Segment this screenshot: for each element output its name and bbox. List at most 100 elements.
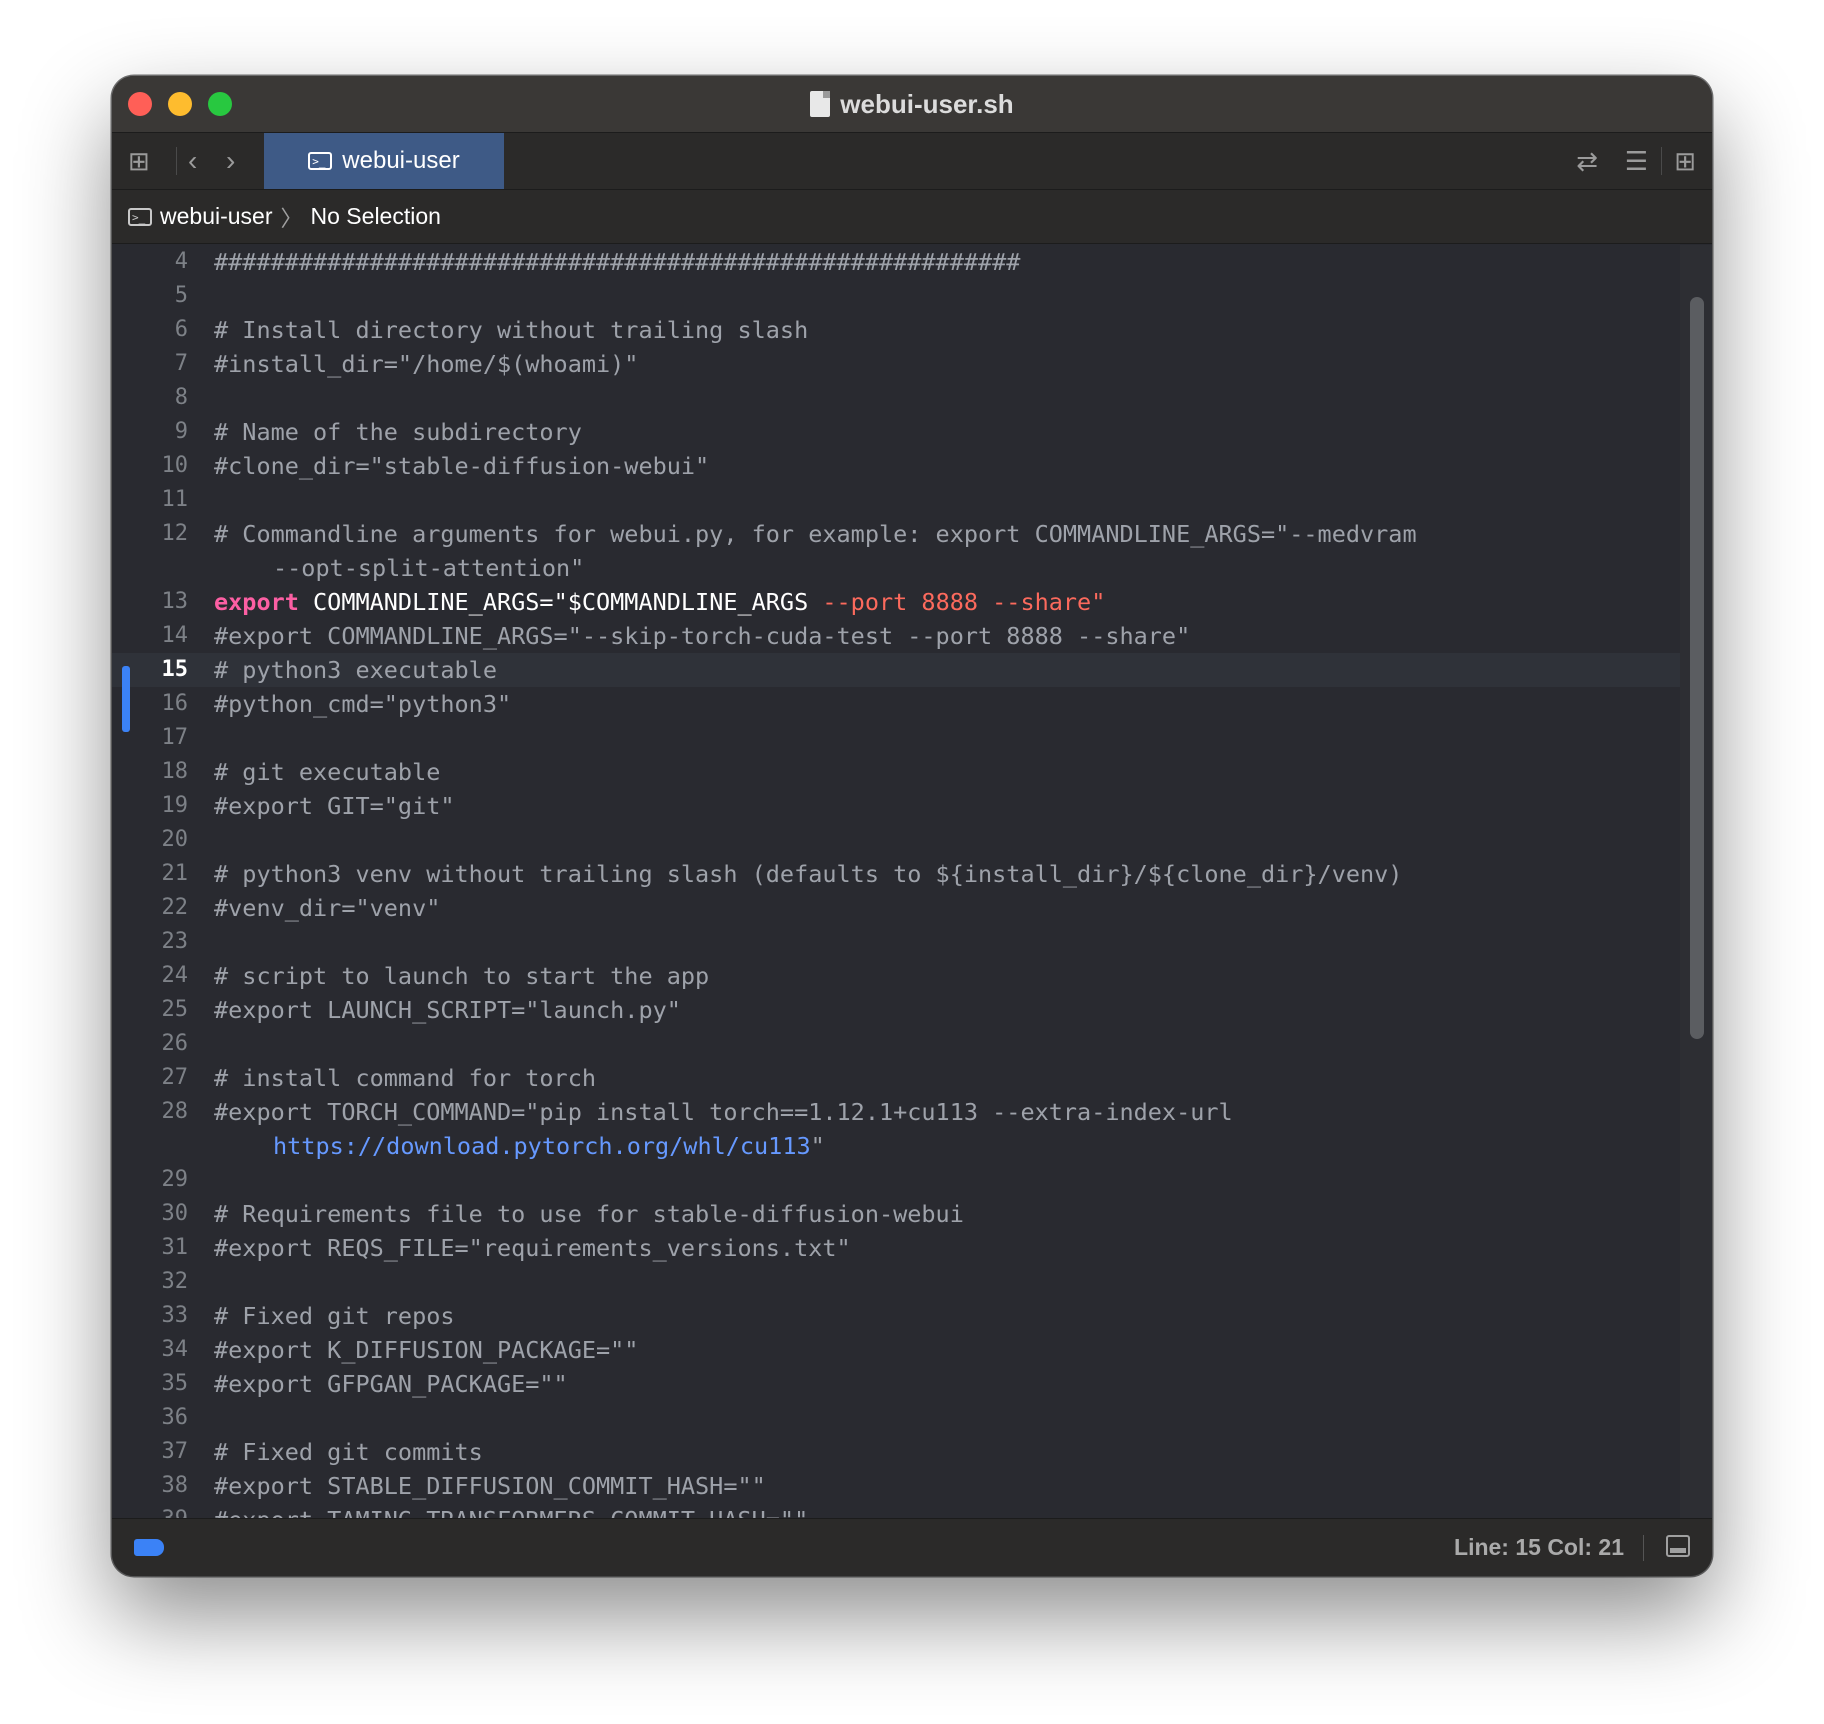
code-line[interactable]: 15 # python3 executable xyxy=(112,653,1680,687)
grid-icon[interactable]: ⊞ xyxy=(128,133,150,189)
scrollbar-thumb[interactable] xyxy=(1690,297,1704,1039)
debug-toggle-icon[interactable] xyxy=(134,1539,164,1556)
code-line[interactable]: 10 #clone_dir="stable-diffusion-webui" xyxy=(112,449,1680,483)
code-line[interactable]: 14 #export COMMANDLINE_ARGS="--skip-torch… xyxy=(112,619,1680,653)
line-content: # python3 executable xyxy=(214,656,497,684)
line-number: 12 xyxy=(161,521,189,546)
url-link[interactable]: https://download.pytorch.org/whl/cu113 xyxy=(273,1132,811,1160)
code-line[interactable]: 37 # Fixed git commits xyxy=(112,1435,1680,1469)
breadcrumb: >_ webui-user 〉 No Selection xyxy=(112,190,1712,244)
code-line[interactable]: 25 #export LAUNCH_SCRIPT="launch.py" xyxy=(112,993,1680,1027)
code-line[interactable]: 19 #export GIT="git" xyxy=(112,789,1680,823)
code-line[interactable]: 21 # python3 venv without trailing slash … xyxy=(112,857,1680,891)
line-content: #export LAUNCH_SCRIPT="launch.py" xyxy=(214,996,681,1024)
vertical-scrollbar[interactable] xyxy=(1680,245,1712,1518)
line-content: #install_dir="/home/$(whoami)" xyxy=(214,350,639,378)
code-line[interactable]: 32 xyxy=(112,1265,1680,1299)
code-line[interactable]: 27 # install command for torch xyxy=(112,1061,1680,1095)
code-line[interactable]: 31 #export REQS_FILE="requirements_versio… xyxy=(112,1231,1680,1265)
code-line[interactable]: 33 # Fixed git repos xyxy=(112,1299,1680,1333)
line-content: #venv_dir="venv" xyxy=(214,894,441,922)
cursor-position: Line: 15 Col: 21 xyxy=(1454,1534,1624,1560)
code-line[interactable]: 28 #export TORCH_COMMAND="pip install tor… xyxy=(112,1095,1680,1129)
code-line[interactable]: 5 xyxy=(112,279,1680,313)
line-content: #export COMMANDLINE_ARGS="--skip-torch-c… xyxy=(214,622,1191,650)
code-line[interactable]: 23 xyxy=(112,925,1680,959)
line-number: 20 xyxy=(161,827,189,852)
zoom-button[interactable] xyxy=(208,92,232,116)
line-content: ########################################… xyxy=(214,248,1021,276)
code-line[interactable]: 4 #######################################… xyxy=(112,245,1680,279)
terminal-file-icon: >_ xyxy=(128,207,152,226)
inspector-icon[interactable]: ☰ xyxy=(1625,133,1648,189)
line-number: 6 xyxy=(174,317,188,342)
close-button[interactable] xyxy=(128,92,152,116)
code-line[interactable]: 26 xyxy=(112,1027,1680,1061)
line-number: 9 xyxy=(174,419,188,444)
code-line[interactable]: 22 #venv_dir="venv" xyxy=(112,891,1680,925)
chevron-left-icon[interactable]: ‹ xyxy=(188,133,197,189)
code-line[interactable]: 17 xyxy=(112,721,1680,755)
line-number: 29 xyxy=(161,1167,189,1192)
line-number: 21 xyxy=(161,861,189,886)
line-content: # Fixed git repos xyxy=(214,1302,455,1330)
code-line[interactable]: https://download.pytorch.org/whl/cu113" xyxy=(112,1129,1680,1163)
tab-bar: ⊞ ‹ › >_ webui-user ⇄ ☰ ⊞ xyxy=(112,133,1712,190)
comment-token: " xyxy=(810,1132,825,1160)
line-number: 27 xyxy=(161,1065,189,1090)
line-content: #clone_dir="stable-diffusion-webui" xyxy=(214,452,710,480)
line-content: # install command for torch xyxy=(214,1064,597,1092)
code-line[interactable]: 34 #export K_DIFFUSION_PACKAGE="" xyxy=(112,1333,1680,1367)
line-content: # Fixed git commits xyxy=(214,1438,483,1466)
code-line[interactable]: 6 # Install directory without trailing sl… xyxy=(112,313,1680,347)
breadcrumb-selection[interactable]: No Selection xyxy=(311,203,441,230)
code-line[interactable]: 13 export COMMANDLINE_ARGS="$COMMANDLINE_… xyxy=(112,585,1680,619)
line-content: --opt-split-attention" xyxy=(273,554,585,582)
chevron-right-icon[interactable]: › xyxy=(226,133,235,189)
line-number: 23 xyxy=(161,929,189,954)
code-line[interactable]: --opt-split-attention" xyxy=(112,551,1680,585)
swap-arrows-icon[interactable]: ⇄ xyxy=(1576,133,1598,189)
code-line[interactable]: 38 #export STABLE_DIFFUSION_COMMIT_HASH="… xyxy=(112,1469,1680,1503)
code-line[interactable]: 16 #python_cmd="python3" xyxy=(112,687,1680,721)
document-icon xyxy=(810,91,831,117)
line-content: https://download.pytorch.org/whl/cu113" xyxy=(273,1129,825,1163)
line-number: 26 xyxy=(161,1031,189,1056)
status-bar: Line: 15 Col: 21 xyxy=(112,1518,1712,1576)
code-line[interactable]: 8 xyxy=(112,381,1680,415)
code-line[interactable]: 39 #export TAMING_TRANSFORMERS_COMMIT_HAS… xyxy=(112,1503,1680,1518)
minimize-button[interactable] xyxy=(168,92,192,116)
code-line[interactable]: 24 # script to launch to start the app xyxy=(112,959,1680,993)
line-content: export COMMANDLINE_ARGS="$COMMANDLINE_AR… xyxy=(214,585,1105,619)
window-title-text: webui-user.sh xyxy=(840,88,1014,119)
window-controls xyxy=(128,92,232,116)
code-line[interactable]: 35 #export GFPGAN_PACKAGE="" xyxy=(112,1367,1680,1401)
line-number: 19 xyxy=(161,793,189,818)
code-line[interactable]: 29 xyxy=(112,1163,1680,1197)
code-line[interactable]: 20 xyxy=(112,823,1680,857)
line-content: #export STABLE_DIFFUSION_COMMIT_HASH="" xyxy=(214,1472,766,1500)
line-content: #python_cmd="python3" xyxy=(214,690,512,718)
code-line[interactable]: 9 # Name of the subdirectory xyxy=(112,415,1680,449)
add-editor-icon[interactable]: ⊞ xyxy=(1674,133,1696,189)
bottom-panel-icon[interactable] xyxy=(1666,1535,1690,1557)
code-line[interactable]: 12 # Commandline arguments for webui.py, … xyxy=(112,517,1680,551)
line-content: #export GFPGAN_PACKAGE="" xyxy=(214,1370,568,1398)
change-indicator[interactable] xyxy=(122,666,130,732)
code-line[interactable]: 36 xyxy=(112,1401,1680,1435)
line-content: # git executable xyxy=(214,758,441,786)
code-editor[interactable]: 4 #######################################… xyxy=(112,245,1712,1518)
code-line[interactable]: 18 # git executable xyxy=(112,755,1680,789)
window-title: webui-user.sh xyxy=(810,88,1014,120)
tab-webui-user[interactable]: >_ webui-user xyxy=(264,133,504,189)
code-line[interactable]: 11 xyxy=(112,483,1680,517)
identifier-token: COMMANDLINE_ARGS= xyxy=(298,588,554,616)
line-number: 38 xyxy=(161,1473,189,1498)
toolbar-divider xyxy=(176,147,177,175)
breadcrumb-file[interactable]: webui-user xyxy=(160,203,273,230)
line-content: #export REQS_FILE="requirements_versions… xyxy=(214,1234,851,1262)
code-line[interactable]: 30 # Requirements file to use for stable-… xyxy=(112,1197,1680,1231)
line-number: 35 xyxy=(161,1371,189,1396)
code-line[interactable]: 7 #install_dir="/home/$(whoami)" xyxy=(112,347,1680,381)
line-content: #export TORCH_COMMAND="pip install torch… xyxy=(214,1098,1233,1126)
